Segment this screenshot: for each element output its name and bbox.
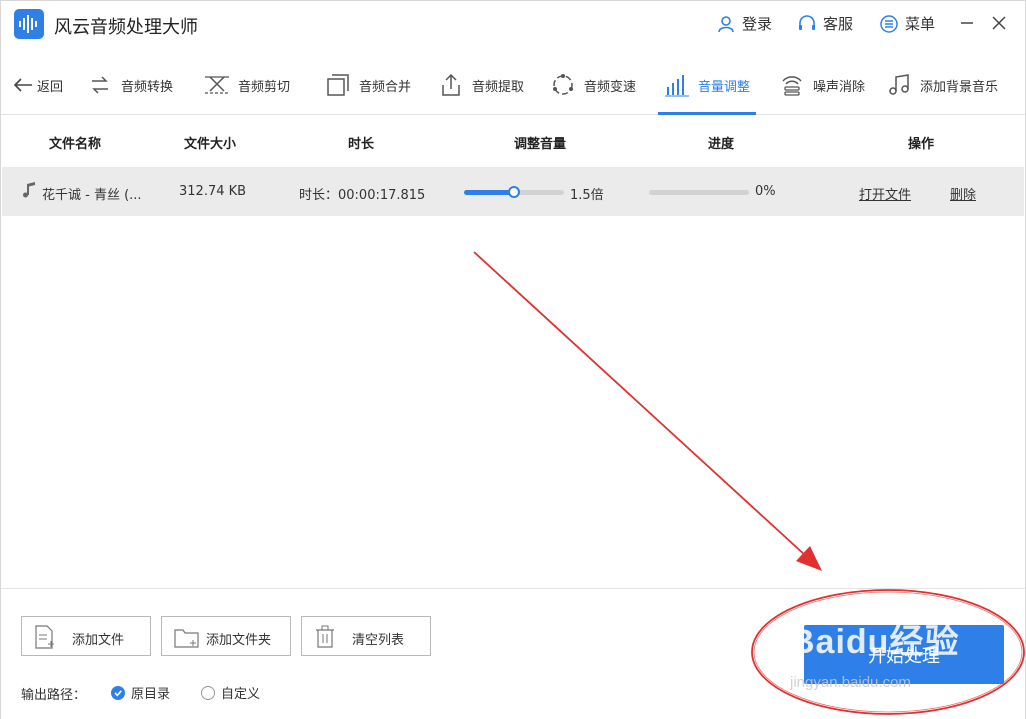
feature-toolbar: 返回 音频转换 音频剪切 音频合并 音频提取 音频变速 音量调整 噪声消除 添加… xyxy=(1,57,1025,115)
app-logo-icon xyxy=(14,9,44,39)
file-table-header: 文件名称 文件大小 时长 调整音量 进度 操作 xyxy=(1,116,1025,166)
tool-label: 音频剪切 xyxy=(238,79,291,95)
output-custom-radio[interactable]: 自定义 xyxy=(201,683,260,702)
add-file-label: 添加文件 xyxy=(72,633,125,648)
column-header-progress: 进度 xyxy=(708,137,735,152)
merge-icon xyxy=(325,72,351,98)
music-note-icon xyxy=(886,72,912,98)
column-header-name: 文件名称 xyxy=(49,137,102,152)
add-file-icon xyxy=(34,625,56,649)
add-folder-icon xyxy=(174,625,200,649)
add-file-button[interactable]: 添加文件 xyxy=(21,616,151,656)
tool-audio-cut[interactable]: 音频剪切 xyxy=(204,57,290,113)
tool-add-bg-music[interactable]: 添加背景音乐 xyxy=(886,57,998,113)
file-duration: 时长：00:00:17.815 xyxy=(299,188,426,203)
tool-label: 噪声消除 xyxy=(813,79,866,95)
tool-label: 添加背景音乐 xyxy=(920,79,999,95)
speed-icon xyxy=(550,72,576,98)
tool-label: 音频转换 xyxy=(121,79,174,95)
service-label: 客服 xyxy=(823,15,854,33)
customer-service-button[interactable]: 客服 xyxy=(797,13,853,34)
clear-list-button[interactable]: 清空列表 xyxy=(301,616,431,656)
progress-value: 0% xyxy=(755,184,776,199)
back-label: 返回 xyxy=(37,79,64,95)
progress-bar xyxy=(649,190,749,195)
tool-noise-removal[interactable]: 噪声消除 xyxy=(779,57,865,113)
volume-slider-fill xyxy=(464,190,514,195)
baidu-watermark: Baidu经验 xyxy=(790,623,960,661)
convert-icon xyxy=(87,72,113,98)
back-button[interactable]: 返回 xyxy=(13,57,63,113)
column-header-duration: 时长 xyxy=(348,137,375,152)
add-folder-button[interactable]: 添加文件夹 xyxy=(161,616,291,656)
tool-audio-merge[interactable]: 音频合并 xyxy=(325,57,411,113)
tool-label: 音量调整 xyxy=(698,79,751,95)
login-button[interactable]: 登录 xyxy=(716,13,772,34)
volume-slider-handle[interactable] xyxy=(508,186,520,198)
minimize-icon xyxy=(961,22,973,24)
app-title: 风云音频处理大师 xyxy=(54,17,198,38)
tool-label: 音频合并 xyxy=(359,79,412,95)
output-path-label: 输出路径： xyxy=(21,688,87,703)
baidu-watermark-url: jingyan.baidu.com xyxy=(790,674,911,691)
add-folder-label: 添加文件夹 xyxy=(206,633,272,648)
tool-label: 音频提取 xyxy=(472,79,525,95)
extract-icon xyxy=(438,72,464,98)
output-original-radio[interactable]: 原目录 xyxy=(111,683,170,702)
output-original-label: 原目录 xyxy=(131,687,171,702)
volume-bars-icon xyxy=(664,72,690,98)
menu-button[interactable]: 菜单 xyxy=(879,13,935,34)
file-size: 312.74 KB xyxy=(179,184,247,199)
open-file-link[interactable]: 打开文件 xyxy=(859,184,911,203)
volume-value: 1.5倍 xyxy=(570,188,604,203)
title-bar: 风云音频处理大师 登录 客服 菜单 xyxy=(1,1,1025,47)
menu-icon xyxy=(879,14,899,34)
minimize-button[interactable] xyxy=(957,13,977,33)
column-header-volume: 调整音量 xyxy=(514,137,567,152)
tool-audio-extract[interactable]: 音频提取 xyxy=(438,57,524,113)
close-button[interactable] xyxy=(989,13,1009,33)
radio-checked-icon xyxy=(111,685,125,700)
radio-unchecked-icon xyxy=(201,685,215,700)
tool-label: 音频变速 xyxy=(584,79,637,95)
column-header-size: 文件大小 xyxy=(184,137,237,152)
audio-file-icon xyxy=(22,182,36,202)
tool-audio-speed[interactable]: 音频变速 xyxy=(550,57,636,113)
app-window: 风云音频处理大师 登录 客服 菜单 返回 音频转换 音频剪切 音频合并 音频提取… xyxy=(0,0,1026,719)
file-name: 花千诚 - 青丝 (... xyxy=(42,188,142,203)
trash-icon xyxy=(314,625,336,649)
column-header-actions: 操作 xyxy=(908,137,935,152)
tool-volume-adjust[interactable]: 音量调整 xyxy=(657,57,757,115)
clear-list-label: 清空列表 xyxy=(352,633,405,648)
arrow-left-icon xyxy=(13,72,33,98)
volume-slider[interactable] xyxy=(464,186,564,198)
login-label: 登录 xyxy=(742,15,773,33)
user-icon xyxy=(716,14,736,34)
delete-link[interactable]: 删除 xyxy=(950,184,976,203)
output-custom-label: 自定义 xyxy=(221,687,261,702)
scissors-icon xyxy=(204,72,230,98)
headset-icon xyxy=(797,14,817,34)
noise-icon xyxy=(779,72,805,98)
tool-audio-convert[interactable]: 音频转换 xyxy=(87,57,173,113)
table-row[interactable]: 花千诚 - 青丝 (... 312.74 KB 时长：00:00:17.815 … xyxy=(2,167,1024,216)
menu-label: 菜单 xyxy=(905,15,936,33)
close-icon xyxy=(992,16,1006,30)
